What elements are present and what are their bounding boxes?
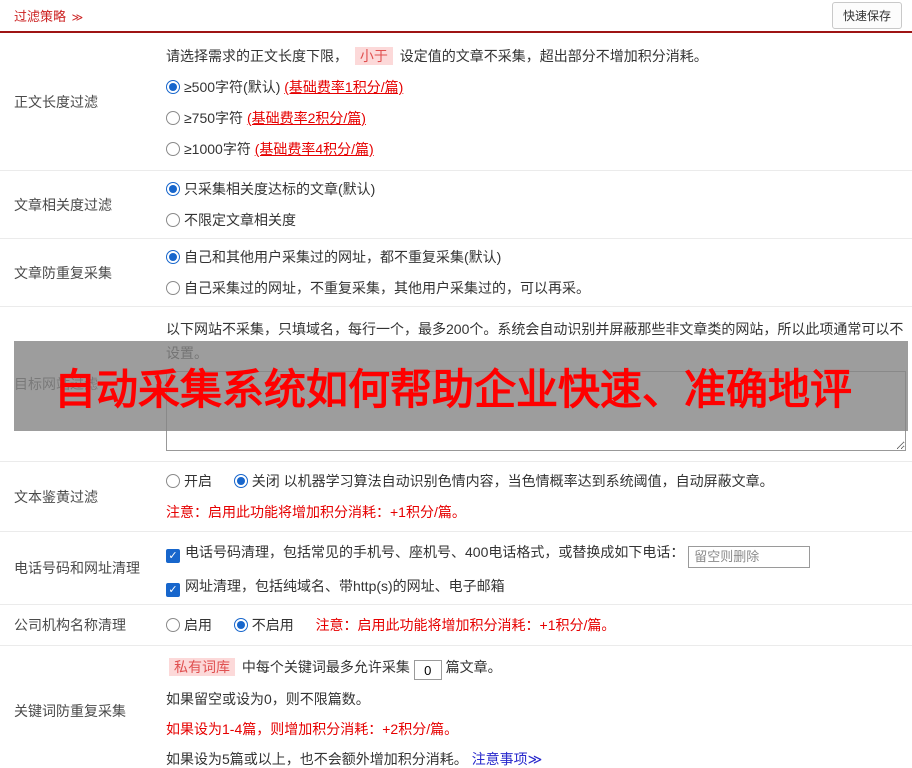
radio-unselected-icon [166,142,180,156]
relevance-filter-label: 文章相关度过滤 [14,196,112,213]
checkbox-label: 电话号码清理，包括常见的手机号、座机号、400电话格式，或替换成如下电话： [185,544,685,560]
radio-label: 不限定文章相关度 [184,212,296,228]
checkbox-url-cleanup[interactable]: 网址清理，包括纯域名、带http(s)的网址、电子邮箱 [166,577,505,597]
keyword-max-count-input[interactable] [413,660,442,680]
radio-selected-icon [166,80,180,94]
radio-unselected-icon [166,474,180,488]
intro-post: 设定值的文章不采集，超出部分不增加积分消耗。 [399,48,708,64]
radio-unselected-icon [166,213,180,227]
company-cleanup-note: 注意：启用此功能将增加积分消耗：+1积分/篇。 [315,616,616,633]
checkbox-checked-icon [166,582,180,597]
radio-dedupe-all-users[interactable]: 自己和其他用户采集过的网址，都不重复采集(默认) [166,246,904,268]
radio-length-750[interactable]: ≥750字符 (基础费率2积分/篇) [166,107,904,129]
radio-length-1000[interactable]: ≥1000字符 (基础费率4积分/篇) [166,138,904,160]
radio-selected-icon [166,250,180,264]
radio-label: 自己采集过的网址，不重复采集，其他用户采集过的，可以再采。 [184,280,590,296]
radio-length-500[interactable]: ≥500字符(默认) (基础费率1积分/篇) [166,76,904,98]
row-dedupe-filter: 文章防重复采集 自己和其他用户采集过的网址，都不重复采集(默认) 自己采集过的网… [0,239,912,307]
radio-unselected-icon [166,281,180,295]
keyword-note-cost: 如果设为1-4篇，则增加积分消耗：+2积分/篇。 [166,721,459,737]
porn-filter-label: 文本鉴黄过滤 [14,488,98,505]
company-cleanup-content: 启用 不启用 注意：启用此功能将增加积分消耗：+1积分/篇。 [166,605,912,645]
radio-label: 开启 [184,473,212,489]
dedupe-filter-label: 文章防重复采集 [14,264,112,281]
filter-strategy-page: 过滤策略 ≫ 快速保存 正文长度过滤 请选择需求的正文长度下限， 小于 设定值的… [0,0,912,768]
length-filter-content: 请选择需求的正文长度下限， 小于 设定值的文章不采集，超出部分不增加积分消耗。 … [166,33,912,170]
watermark-text: 自动采集系统如何帮助企业快速、准确地评 [54,365,853,413]
radio-label: ≥500字符(默认) [184,79,281,95]
phone-cleanup-content: 电话号码清理，包括常见的手机号、座机号、400电话格式，或替换成如下电话： 网址… [166,532,912,604]
radio-company-disable[interactable]: 不启用 [233,616,294,633]
url-cleanup-line: 网址清理，包括纯域名、带http(s)的网址、电子邮箱 [166,574,904,598]
radio-dedupe-self-only[interactable]: 自己采集过的网址，不重复采集，其他用户采集过的，可以再采。 [166,277,904,299]
watermark-overlay: 自动采集系统如何帮助企业快速、准确地评 [14,341,908,431]
notice-link[interactable]: 注意事项≫ [472,751,543,767]
row-company-cleanup: 公司机构名称清理 启用 不启用 注意：启用此功能将增加积分消耗：+1积分/篇。 [0,605,912,646]
row-porn-filter: 文本鉴黄过滤 开启 关闭 以机器学习算法自动识别色情内容，当色情概率达到系统阈值… [0,462,912,532]
radio-porn-off[interactable]: 关闭 [233,473,280,489]
page-header: 过滤策略 ≫ 快速保存 [0,0,912,33]
keyword-limit-line: 私有词库 中每个关键词最多允许采集 篇文章。 [166,656,904,680]
checkbox-label: 网址清理，包括纯域名、带http(s)的网址、电子邮箱 [185,577,505,594]
radio-label: 关闭 [251,473,280,489]
radio-label: ≥1000字符 [184,141,255,157]
page-title-text: 过滤策略 [14,9,67,24]
radio-selected-icon [233,474,248,488]
radio-label: 只采集相关度达标的文章(默认) [184,181,376,197]
intro-highlight: 小于 [354,47,393,65]
fee-note: (基础费率1积分/篇) [284,79,404,95]
replacement-phone-input[interactable] [688,545,811,568]
row-phone-url-cleanup: 电话号码和网址清理 电话号码清理，包括常见的手机号、座机号、400电话格式，或替… [0,532,912,605]
porn-filter-note: 注意：启用此功能将增加积分消耗：+1积分/篇。 [166,504,466,520]
phone-cleanup-line: 电话号码清理，包括常见的手机号、座机号、400电话格式，或替换成如下电话： [166,540,904,568]
radio-unselected-icon [166,617,180,632]
row-relevance-filter: 文章相关度过滤 只采集相关度达标的文章(默认) 不限定文章相关度 [0,171,912,239]
radio-label: 启用 [184,616,212,633]
keyword-limit-text: 中每个关键词最多允许采集 [241,658,410,675]
phone-cleanup-label: 电话号码和网址清理 [14,559,140,576]
length-filter-intro: 请选择需求的正文长度下限， 小于 设定值的文章不采集，超出部分不增加积分消耗。 [166,45,904,67]
keyword-dedupe-content: 私有词库 中每个关键词最多允许采集 篇文章。 如果留空或设为0，则不限篇数。 如… [166,646,912,768]
page-title[interactable]: 过滤策略 ≫ [14,6,83,25]
chevron-expand-icon: ≫ [71,12,84,24]
private-lexicon-highlight: 私有词库 [169,657,235,676]
fee-note: (基础费率4积分/篇) [254,141,374,157]
radio-label: 不启用 [251,616,294,633]
row-keyword-dedupe: 关键词防重复采集 私有词库 中每个关键词最多允许采集 篇文章。 如果留空或设为0… [0,646,912,768]
checkbox-phone-cleanup[interactable]: 电话号码清理，包括常见的手机号、座机号、400电话格式，或替换成如下电话： [166,544,685,563]
porn-filter-content: 开启 关闭 以机器学习算法自动识别色情内容，当色情概率达到系统阈值，自动屏蔽文章… [166,462,912,531]
radio-company-enable[interactable]: 启用 [166,617,212,633]
company-cleanup-options: 启用 不启用 注意：启用此功能将增加积分消耗：+1积分/篇。 [166,614,904,636]
radio-unselected-icon [166,111,180,125]
radio-label: ≥750字符 [184,110,247,126]
keyword-note-five: 如果设为5篇或以上，也不会额外增加积分消耗。 注意事项≫ [166,748,904,768]
radio-label: 自己和其他用户采集过的网址，都不重复采集(默认) [184,249,502,265]
radio-porn-on[interactable]: 开启 [166,473,212,489]
fee-note: (基础费率2积分/篇) [246,110,366,126]
intro-pre: 请选择需求的正文长度下限， [166,48,348,64]
relevance-filter-content: 只采集相关度达标的文章(默认) 不限定文章相关度 [166,171,912,238]
radio-selected-icon [233,617,248,632]
keyword-note-zero: 如果留空或设为0，则不限篇数。 [166,691,370,707]
radio-relevance-any[interactable]: 不限定文章相关度 [166,209,904,231]
radio-selected-icon [166,182,180,196]
company-cleanup-label: 公司机构名称清理 [14,616,126,633]
row-length-filter: 正文长度过滤 请选择需求的正文长度下限， 小于 设定值的文章不采集，超出部分不增… [0,33,912,171]
porn-filter-desc: 以机器学习算法自动识别色情内容，当色情概率达到系统阈值，自动屏蔽文章。 [283,473,774,489]
keyword-limit-suffix: 篇文章。 [445,658,502,675]
checkbox-checked-icon [166,549,180,563]
length-filter-label: 正文长度过滤 [14,93,98,110]
keyword-note-five-text: 如果设为5篇或以上，也不会额外增加积分消耗。 [166,751,468,767]
dedupe-filter-content: 自己和其他用户采集过的网址，都不重复采集(默认) 自己采集过的网址，不重复采集，… [166,239,912,306]
keyword-dedupe-label: 关键词防重复采集 [14,702,126,719]
porn-filter-options: 开启 关闭 以机器学习算法自动识别色情内容，当色情概率达到系统阈值，自动屏蔽文章… [166,470,904,492]
quick-save-button[interactable]: 快速保存 [831,2,902,29]
radio-relevance-strict[interactable]: 只采集相关度达标的文章(默认) [166,178,904,200]
